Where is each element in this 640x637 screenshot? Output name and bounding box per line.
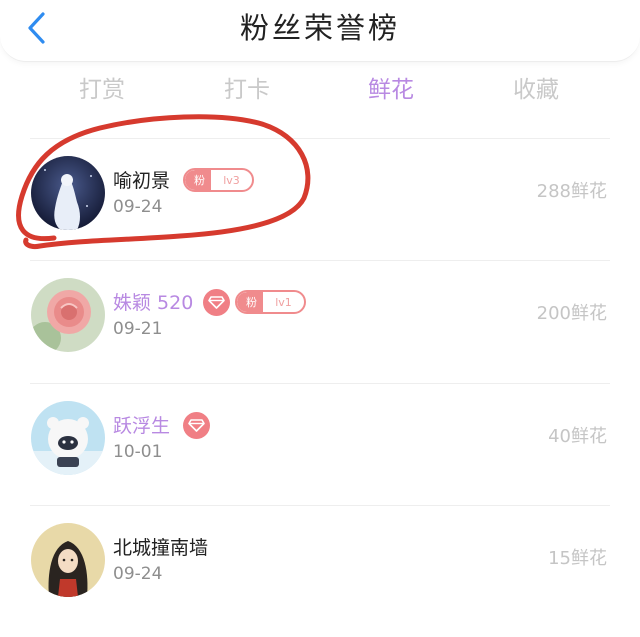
fan-name[interactable]: 姝颖 520	[113, 290, 193, 316]
tab-checkin[interactable]: 打卡	[197, 72, 297, 108]
diamond-icon	[203, 289, 230, 316]
page-title: 粉丝荣誉榜	[239, 11, 400, 45]
avatar[interactable]	[31, 156, 105, 230]
diamond-icon	[183, 412, 210, 439]
avatar[interactable]	[31, 278, 105, 352]
flower-count: 288鲜花	[536, 181, 607, 202]
flower-count: 40鲜花	[548, 426, 607, 447]
row-divider	[30, 505, 610, 506]
fan-level-text: lv1	[275, 295, 292, 309]
fan-level-text: lv3	[223, 173, 240, 187]
tab-favorites[interactable]: 收藏	[486, 72, 586, 108]
fan-date: 09-24	[113, 564, 163, 584]
tab-tips[interactable]: 打赏	[52, 72, 152, 108]
header-bar: 粉丝荣誉榜	[0, 0, 640, 62]
row-divider	[30, 383, 610, 384]
fan-row[interactable]: 喻初景 粉 lv3 09-24 288鲜花	[0, 138, 640, 260]
avatar-image	[31, 278, 105, 352]
fan-badge-label: 粉	[185, 170, 211, 190]
row-divider	[30, 138, 610, 139]
fan-level-badge: 粉 lv1	[235, 290, 306, 314]
avatar[interactable]	[31, 523, 105, 597]
fan-row[interactable]: 姝颖 520 粉 lv1 09-21 200鲜花	[0, 260, 640, 382]
avatar[interactable]	[31, 401, 105, 475]
flower-count: 15鲜花	[548, 548, 607, 569]
tab-bar: 打赏 打卡 鲜花 收藏	[0, 72, 640, 112]
fan-name[interactable]: 北城撞南墙	[113, 535, 208, 561]
tab-flowers[interactable]: 鲜花	[341, 72, 441, 108]
fan-name[interactable]: 跃浮生	[113, 413, 170, 439]
fan-row[interactable]: 北城撞南墙 09-24 15鲜花	[0, 505, 640, 627]
fan-date: 10-01	[113, 442, 163, 462]
avatar-image	[31, 401, 105, 475]
row-divider	[30, 260, 610, 261]
fan-badge-label: 粉	[237, 292, 263, 312]
avatar-image	[31, 523, 105, 597]
fan-row[interactable]: 跃浮生 10-01 40鲜花	[0, 383, 640, 505]
avatar-image	[31, 156, 105, 230]
fan-date: 09-24	[113, 197, 163, 217]
flower-count: 200鲜花	[536, 303, 607, 324]
fan-name[interactable]: 喻初景	[113, 168, 170, 194]
fan-level-badge: 粉 lv3	[183, 168, 254, 192]
fan-date: 09-21	[113, 319, 163, 339]
